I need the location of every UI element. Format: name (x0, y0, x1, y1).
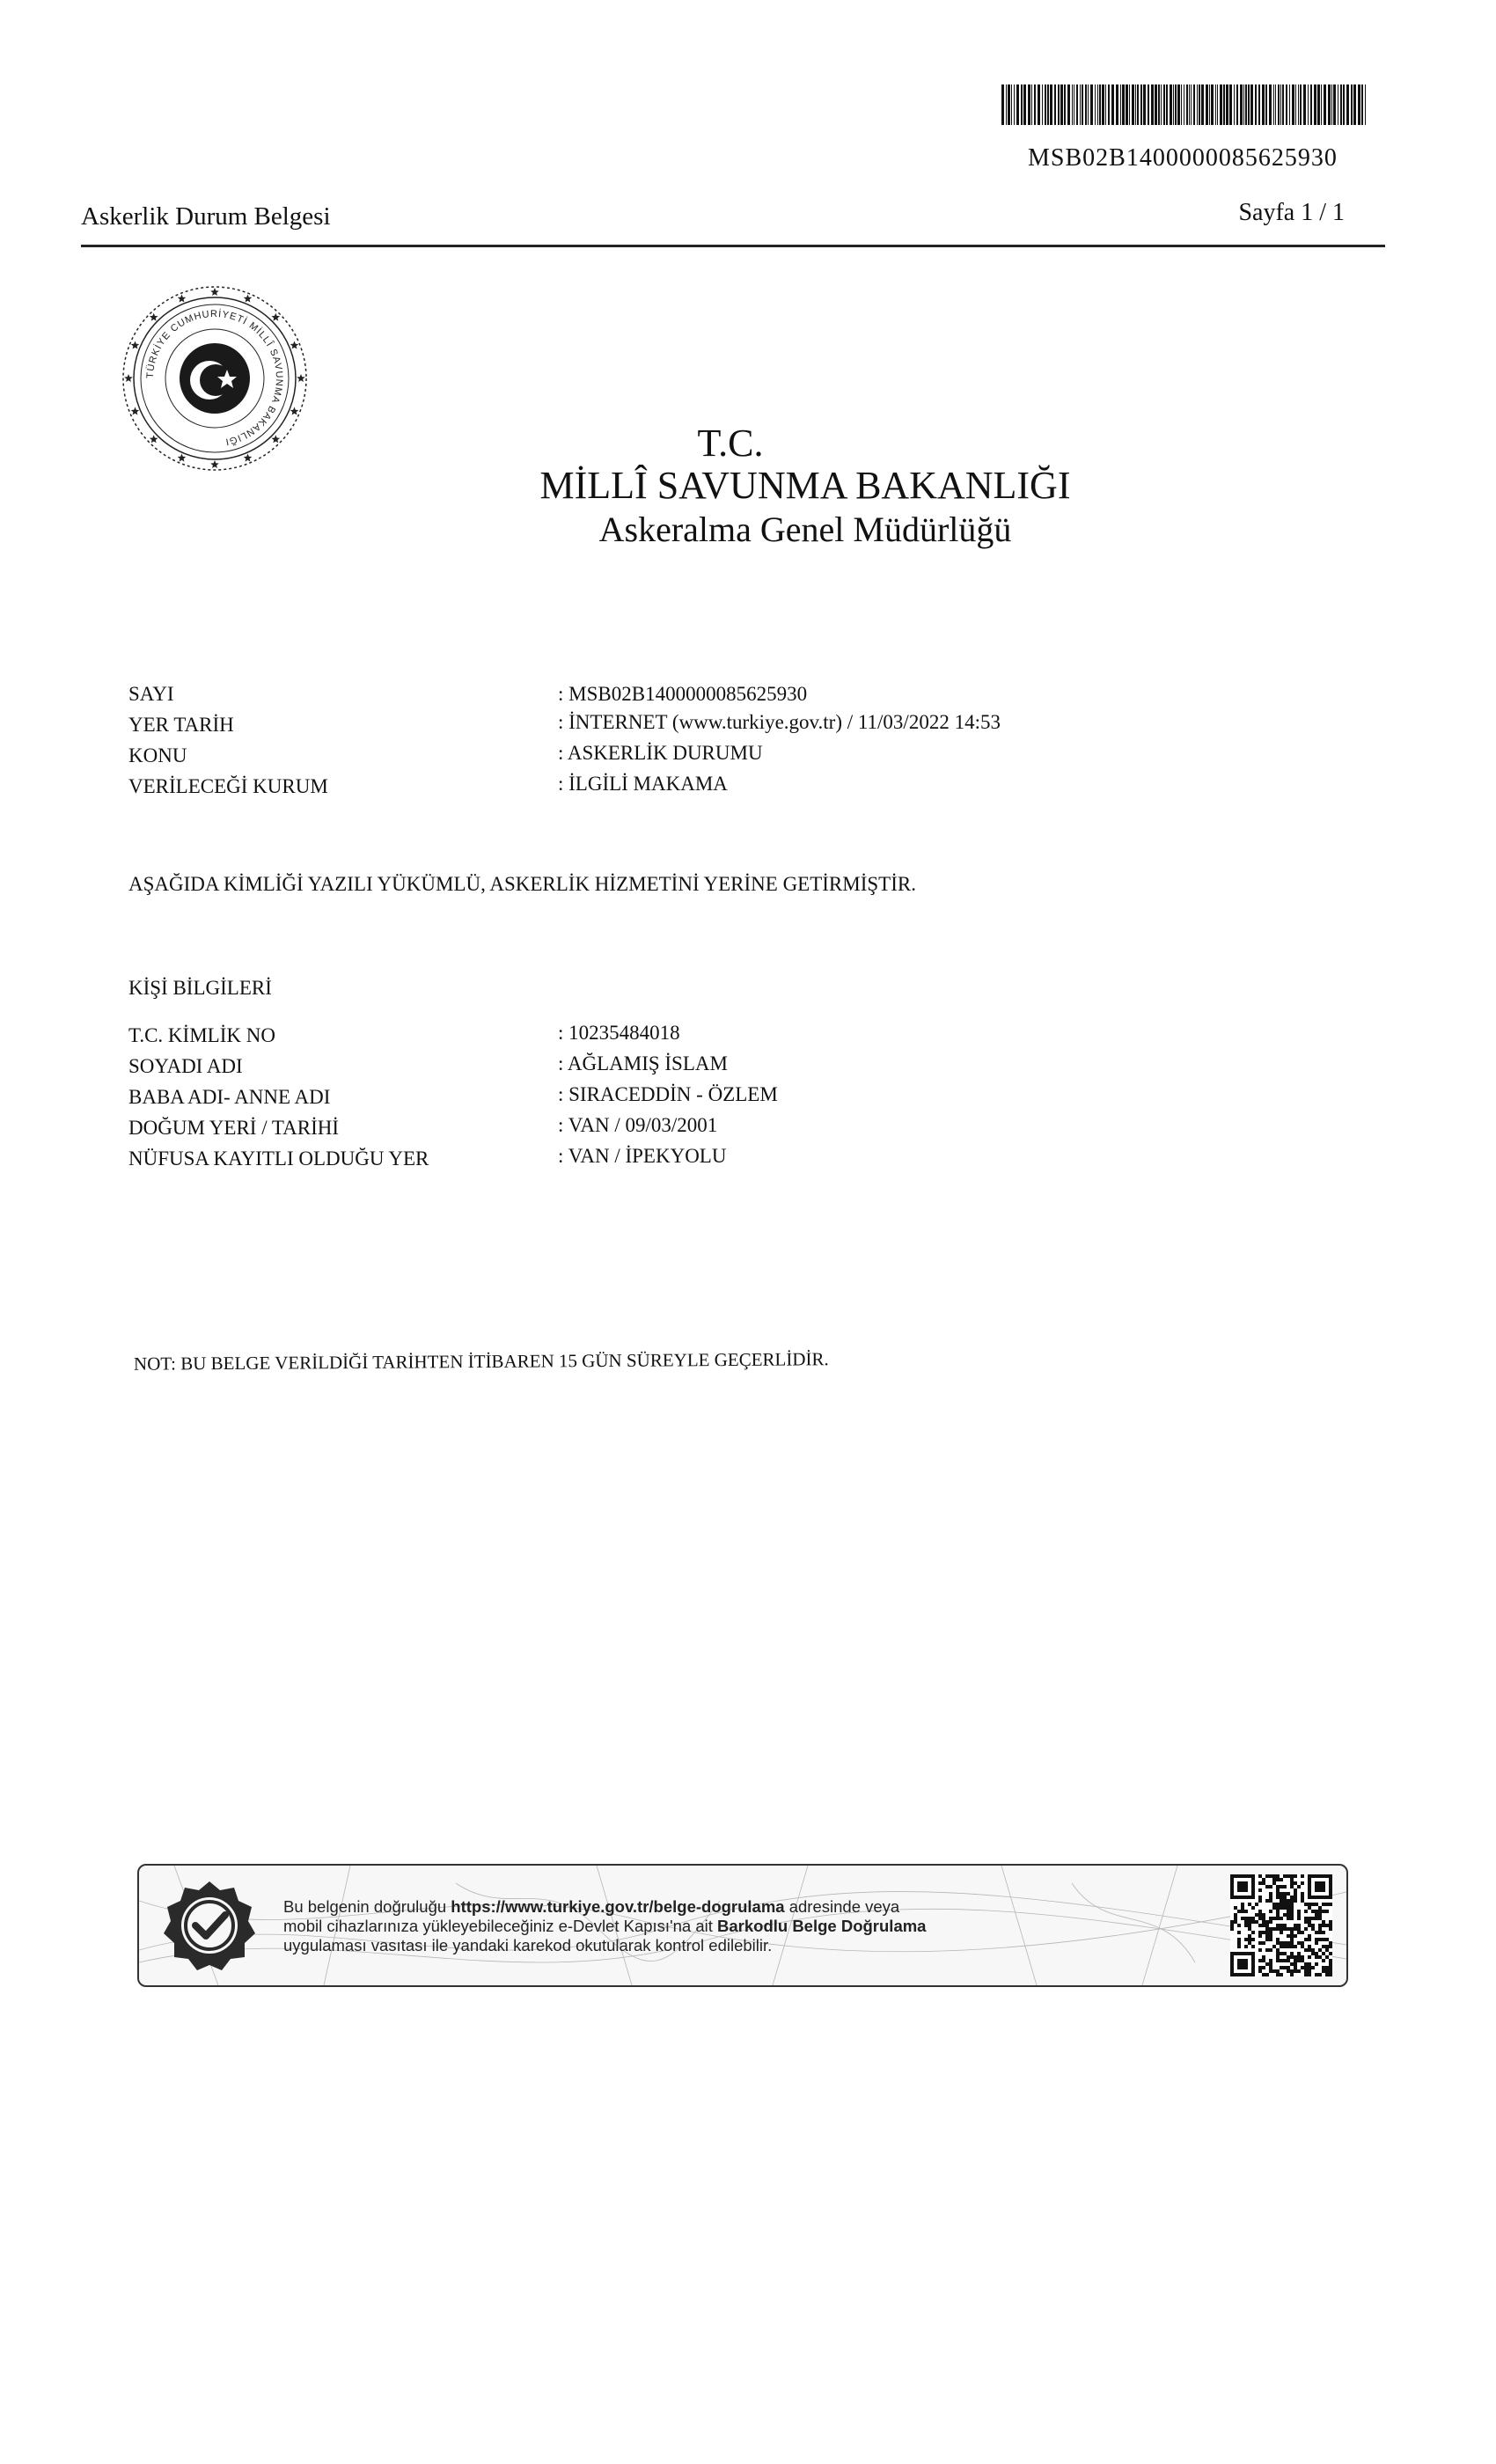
verification-banner: Bu belgenin doğruluğu https://www.turkiy… (137, 1864, 1348, 1987)
info-value: : ASKERLİK DURUMU (558, 742, 763, 764)
info-label: KONU (128, 744, 187, 766)
verification-app-name: Barkodlu Belge Doğrulama (717, 1917, 927, 1935)
person-value: : SIRACEDDİN - ÖZLEM (558, 1083, 778, 1105)
document-type-title: Askerlik Durum Belgesi (81, 202, 331, 231)
info-value: : MSB02B1400000085625930 (558, 683, 808, 705)
verification-text: Bu belgenin doğruluğu https://www.turkiy… (283, 1897, 927, 1954)
person-label: T.C. KİMLİK NO (128, 1024, 275, 1046)
header-ministry: MİLLÎ SAVUNMA BAKANLIĞI (539, 464, 1071, 507)
person-value: : AĞLAMIŞ İSLAM (558, 1052, 728, 1074)
barcode-number: MSB02B1400000085625930 (1028, 144, 1338, 172)
person-value: : 10235484018 (558, 1022, 680, 1044)
info-value: : İLGİLİ MAKAMA (558, 773, 728, 795)
barcode (1001, 84, 1366, 125)
person-section-title: KİŞİ BİLGİLERİ (128, 977, 272, 999)
info-value: : İNTERNET (www.turkiye.gov.tr) / 11/03/… (558, 711, 1001, 733)
verified-check-icon (164, 1881, 255, 1970)
person-value: : VAN / İPEKYOLU (558, 1145, 727, 1167)
person-value: : VAN / 09/03/2001 (558, 1114, 718, 1136)
info-label: VERİLECEĞİ KURUM (128, 775, 328, 797)
info-label: SAYI (128, 683, 174, 705)
header-divider (81, 245, 1385, 247)
document-page: MSB02B1400000085625930 Askerlik Durum Be… (0, 0, 1496, 2464)
verification-url: https://www.turkiye.gov.tr/belge-dogrula… (451, 1897, 785, 1916)
page-number: Sayfa 1 / 1 (1238, 199, 1345, 226)
person-label: SOYADI ADI (128, 1055, 243, 1077)
header-department: Askeralma Genel Müdürlüğü (598, 510, 1012, 549)
person-label: BABA ADI- ANNE ADI (128, 1086, 331, 1108)
header-tc: T.C. (697, 422, 764, 465)
qr-code (1230, 1874, 1332, 1976)
info-label: YER TARİH (128, 714, 234, 736)
person-label: DOĞUM YERİ / TARİHİ (128, 1117, 340, 1139)
person-label: NÜFUSA KAYITLI OLDUĞU YER (128, 1148, 429, 1170)
military-status-statement: AŞAĞIDA KİMLİĞİ YAZILI YÜKÜMLÜ, ASKERLİK… (128, 873, 916, 895)
validity-note: NOT: BU BELGE VERİLDİĞİ TARİHTEN İTİBARE… (133, 1348, 829, 1375)
